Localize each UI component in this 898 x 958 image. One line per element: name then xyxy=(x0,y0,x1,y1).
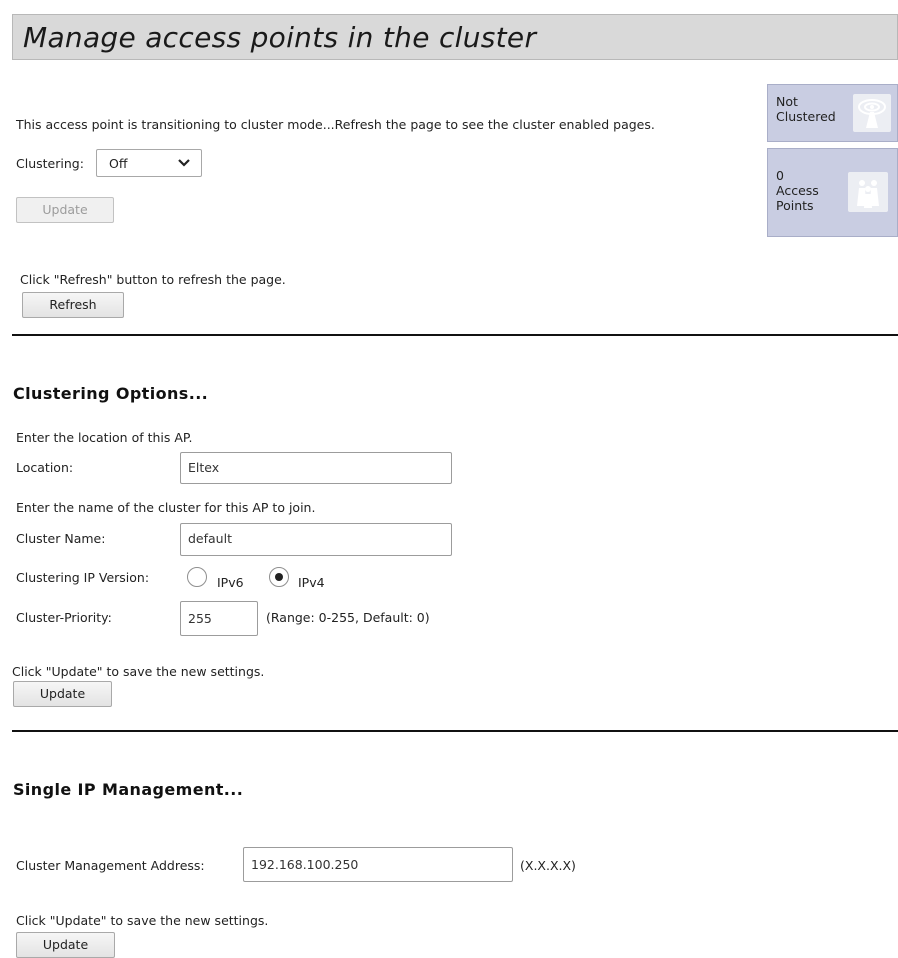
address-format: (X.X.X.X) xyxy=(520,858,576,873)
clustering-select-value: Off xyxy=(109,156,128,171)
ap-label-line1: Access xyxy=(776,183,819,198)
cluster-state-line1: Not xyxy=(776,94,798,109)
ipv4-radio[interactable] xyxy=(269,567,289,587)
people-icon xyxy=(848,172,888,212)
ap-label-line2: Points xyxy=(776,198,814,213)
cluster-name-label: Cluster Name: xyxy=(16,531,106,546)
section-divider-2 xyxy=(12,730,898,732)
refresh-hint: Click "Refresh" button to refresh the pa… xyxy=(20,272,286,287)
ipv6-radio[interactable] xyxy=(187,567,207,587)
ipv4-label: IPv4 xyxy=(298,575,325,590)
location-input[interactable]: Eltex xyxy=(180,452,452,484)
cluster-status-box: Not Clustered xyxy=(767,84,898,142)
options-update-hint: Click "Update" to save the new settings. xyxy=(12,664,265,679)
antenna-icon xyxy=(853,94,891,132)
access-points-box: 0 Access Points xyxy=(767,148,898,237)
priority-range: (Range: 0-255, Default: 0) xyxy=(266,610,430,625)
ap-count: 0 xyxy=(776,168,784,183)
section-divider xyxy=(12,334,898,336)
clustering-label: Clustering: xyxy=(16,156,84,171)
single-ip-heading: Single IP Management... xyxy=(13,780,244,799)
options-update-button[interactable]: Update xyxy=(13,681,112,707)
location-hint: Enter the location of this AP. xyxy=(16,430,193,445)
ipv6-label: IPv6 xyxy=(217,575,244,590)
ipv4-radio-dot xyxy=(275,573,283,581)
cluster-state-line2: Clustered xyxy=(776,109,836,124)
transition-message: This access point is transitioning to cl… xyxy=(16,117,655,132)
refresh-button[interactable]: Refresh xyxy=(22,292,124,318)
address-input[interactable]: 192.168.100.250 xyxy=(243,847,513,882)
ip-version-label: Clustering IP Version: xyxy=(16,570,150,585)
cluster-name-hint: Enter the name of the cluster for this A… xyxy=(16,500,316,515)
cluster-name-input[interactable]: default xyxy=(180,523,452,556)
single-ip-update-hint: Click "Update" to save the new settings. xyxy=(16,913,269,928)
location-label: Location: xyxy=(16,460,74,475)
priority-input[interactable]: 255 xyxy=(180,601,258,636)
clustering-update-button[interactable]: Update xyxy=(16,197,114,223)
clustering-select[interactable]: Off xyxy=(96,149,202,177)
chevron-down-icon xyxy=(177,156,191,173)
clustering-options-heading: Clustering Options... xyxy=(13,384,209,403)
page-title-bar: Manage access points in the cluster xyxy=(12,14,898,60)
page-title: Manage access points in the cluster xyxy=(23,21,537,54)
single-ip-update-button[interactable]: Update xyxy=(16,932,115,958)
address-label: Cluster Management Address: xyxy=(16,858,205,873)
priority-label: Cluster-Priority: xyxy=(16,610,112,625)
